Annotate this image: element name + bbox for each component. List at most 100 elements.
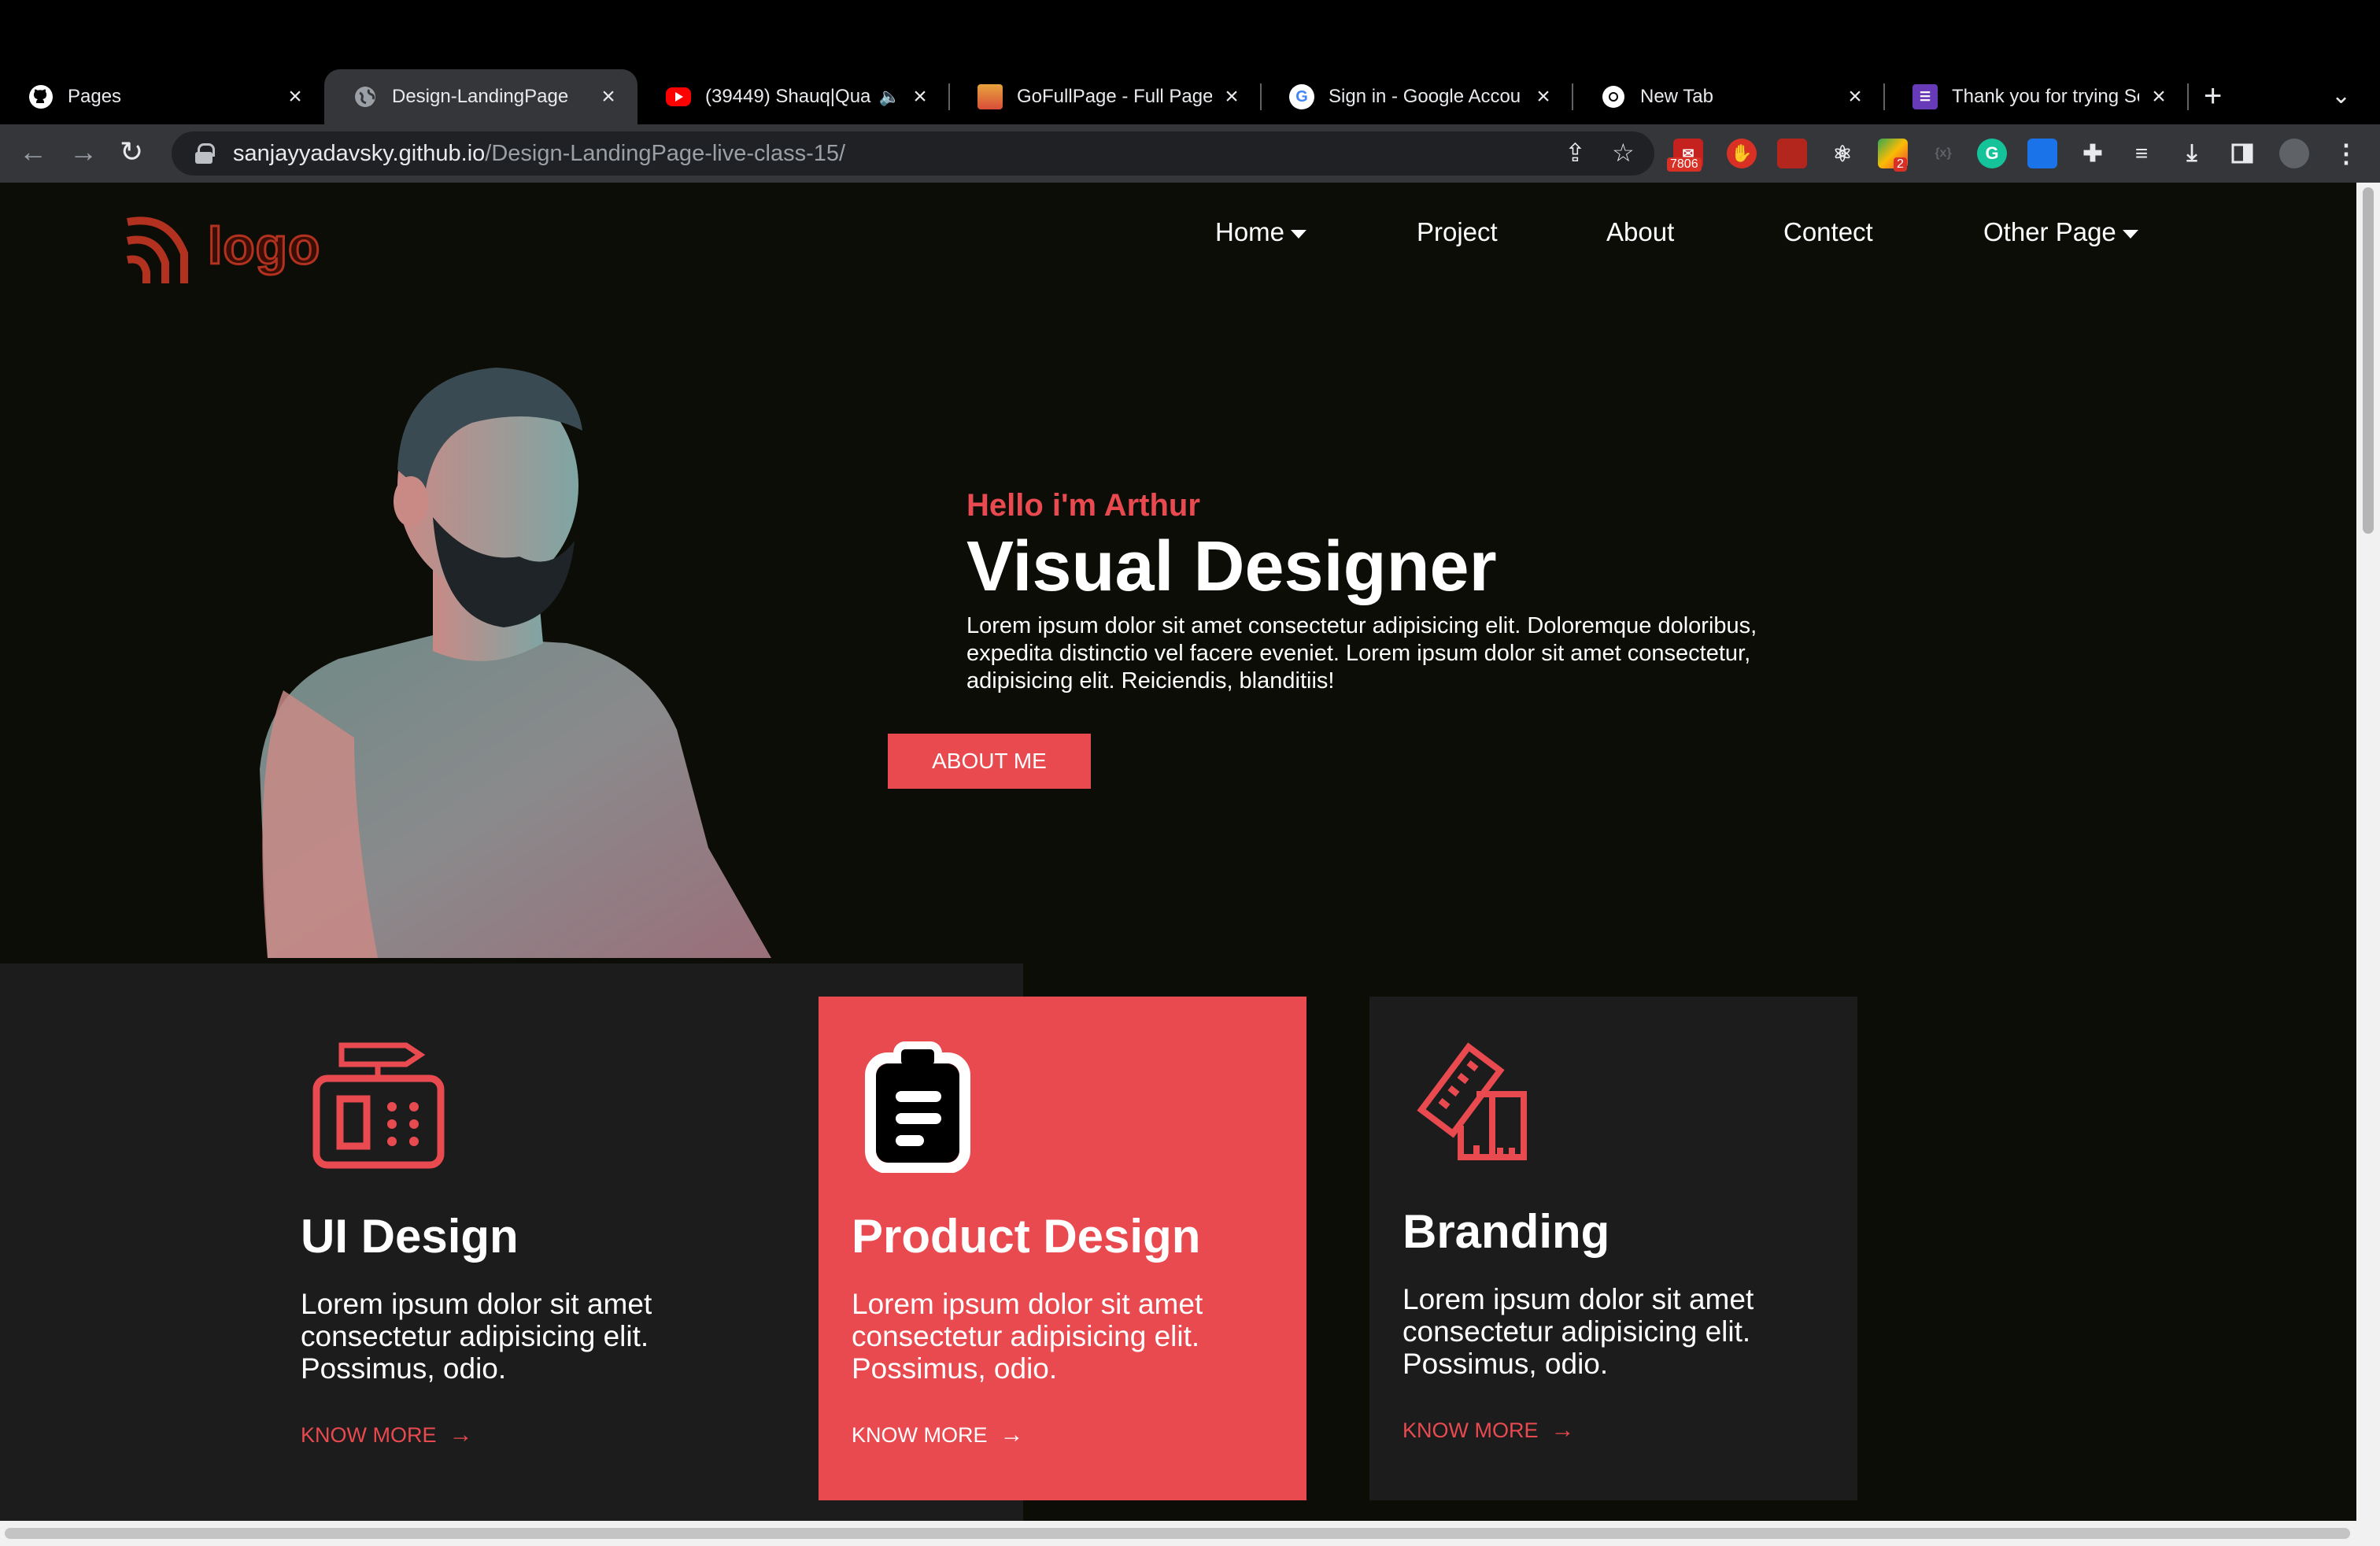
share-icon[interactable]: ⇪ xyxy=(1565,138,1586,168)
reload-icon[interactable]: ↻ xyxy=(120,135,143,168)
puzzle-icon[interactable]: ✚ xyxy=(2078,139,2108,168)
about-me-button[interactable]: ABOUT ME xyxy=(888,734,1091,789)
arrow-right-icon: → xyxy=(1000,1422,1024,1448)
nav-contect[interactable]: Contect xyxy=(1783,217,1873,247)
tab-title: Thank you for trying Se xyxy=(1952,86,2139,107)
window-titlebar xyxy=(0,0,2380,69)
close-icon[interactable]: × xyxy=(1220,83,1244,110)
globe-icon xyxy=(353,84,378,109)
tab-separator xyxy=(2187,83,2189,110)
tab-title: Sign in - Google Accou xyxy=(1329,86,1521,107)
url-path: /Design-LandingPage-live-class-15/ xyxy=(485,140,846,166)
ruler-icon xyxy=(1417,1042,1527,1160)
arrow-right-icon: → xyxy=(449,1422,473,1448)
hero-description: Lorem ipsum dolor sit amet consectetur a… xyxy=(966,612,1757,693)
json-extension-icon[interactable]: {x} xyxy=(1928,139,1958,168)
card-title: Branding xyxy=(1402,1205,1610,1258)
grid-badge: 2 xyxy=(1894,157,1907,172)
nav-other-label: Other Page xyxy=(1983,217,2116,246)
speaker-icon[interactable]: 🔈 xyxy=(879,87,900,107)
close-icon[interactable]: × xyxy=(597,83,620,110)
know-more-link[interactable]: KNOW MORE → xyxy=(1402,1417,1575,1444)
arrow-right-icon: → xyxy=(1550,1417,1575,1443)
caret-down-icon xyxy=(2122,229,2138,239)
google-icon: G xyxy=(1289,84,1314,109)
know-more-label: KNOW MORE xyxy=(301,1422,437,1447)
docs-extension-icon[interactable] xyxy=(2027,139,2057,168)
know-more-link[interactable]: KNOW MORE → xyxy=(301,1422,473,1448)
vertical-scrollbar[interactable] xyxy=(2356,183,2380,1521)
forward-arrow-icon[interactable]: → xyxy=(69,135,98,168)
ui-design-icon xyxy=(312,1042,445,1169)
back-arrow-icon[interactable]: ← xyxy=(19,135,47,168)
tab-gofullpage[interactable]: GoFullPage - Full Page × xyxy=(949,69,1262,124)
grammarly-icon[interactable]: G xyxy=(1977,139,2007,168)
horizontal-scrollbar[interactable] xyxy=(0,1521,2380,1546)
service-card-product-design: Product Design Lorem ipsum dolor sit ame… xyxy=(819,997,1306,1500)
browser-toolbar: ← → ↻ sanjayyadavsky.github.io/Design-La… xyxy=(0,124,2380,183)
tab-youtube[interactable]: (39449) Shauq|Qua 🔈 × xyxy=(638,69,950,124)
card-title: UI Design xyxy=(301,1210,519,1263)
hero-title: Visual Designer xyxy=(966,527,1497,606)
caret-down-icon xyxy=(1291,229,1307,239)
close-icon[interactable]: × xyxy=(283,83,307,110)
tab-title: Design-LandingPage xyxy=(392,86,569,107)
close-icon[interactable]: × xyxy=(1532,83,1555,110)
card-description: Lorem ipsum dolor sit amet consectetur a… xyxy=(1402,1283,1754,1380)
nav-about[interactable]: About xyxy=(1606,217,1674,247)
know-more-link[interactable]: KNOW MORE → xyxy=(852,1422,1024,1448)
close-icon[interactable]: × xyxy=(2147,83,2171,110)
close-icon[interactable]: × xyxy=(908,83,932,110)
url-host: sanjayyadavsky.github.io xyxy=(233,140,486,166)
chrome-icon xyxy=(1601,84,1626,109)
nav-project[interactable]: Project xyxy=(1417,217,1498,247)
side-panel-icon[interactable] xyxy=(2227,139,2257,168)
star-icon[interactable]: ☆ xyxy=(1612,138,1635,168)
hero-portrait xyxy=(260,368,771,958)
close-icon[interactable]: × xyxy=(1843,83,1867,110)
tab-forms[interactable]: ☰ Thank you for trying Se × xyxy=(1884,69,2189,124)
nav-home[interactable]: Home xyxy=(1215,217,1307,247)
lock-icon[interactable] xyxy=(195,143,215,164)
tab-title: (39449) Shauq|Qua xyxy=(705,86,871,107)
youtube-icon xyxy=(666,87,691,106)
logo-text: logo xyxy=(206,216,321,276)
address-bar[interactable]: sanjayyadavsky.github.io/Design-LandingP… xyxy=(172,131,1654,176)
new-tab-plus-icon[interactable]: + xyxy=(2204,79,2222,114)
image-extension-icon[interactable] xyxy=(1777,139,1807,168)
tab-google-signin[interactable]: G Sign in - Google Accou × xyxy=(1261,69,1573,124)
chevron-down-icon[interactable]: ⌄ xyxy=(2331,82,2351,109)
nav-other-page[interactable]: Other Page xyxy=(1983,217,2138,247)
react-icon[interactable]: ⚛ xyxy=(1828,139,1857,168)
profile-avatar[interactable] xyxy=(2279,139,2309,168)
mail-badge: 7806 xyxy=(1667,157,1702,172)
nav-home-label: Home xyxy=(1215,217,1285,246)
download-icon[interactable]: ⤓ xyxy=(2177,139,2207,168)
card-description: Lorem ipsum dolor sit amet consectetur a… xyxy=(301,1288,652,1385)
tab-pages[interactable]: Pages × xyxy=(0,69,324,124)
logo-mark-icon xyxy=(126,216,188,283)
service-card-branding: Branding Lorem ipsum dolor sit amet cons… xyxy=(1369,997,1857,1500)
card-title: Product Design xyxy=(852,1210,1201,1263)
adblock-icon[interactable]: ✋ xyxy=(1727,139,1757,168)
media-queue-icon[interactable]: ≡ xyxy=(2127,139,2156,168)
know-more-label: KNOW MORE xyxy=(852,1422,988,1447)
kebab-menu-icon[interactable]: ⋮ xyxy=(2331,139,2361,168)
scrollbar-thumb[interactable] xyxy=(5,1528,2350,1539)
forms-icon: ☰ xyxy=(1913,84,1938,109)
web-page: logo Home Project About Contect Other Pa… xyxy=(0,183,2356,1521)
tab-strip: Pages × Design-LandingPage × (39449) Sha… xyxy=(0,69,2380,124)
tab-new-tab[interactable]: New Tab × xyxy=(1572,69,1885,124)
hero-kicker: Hello i'm Arthur xyxy=(966,488,1200,523)
tab-title: GoFullPage - Full Page xyxy=(1017,86,1212,107)
tab-title: New Tab xyxy=(1640,86,1713,107)
site-logo[interactable]: logo xyxy=(121,206,321,285)
scrollbar-thumb[interactable] xyxy=(2363,187,2374,534)
hero-text: Hello i'm Arthur Visual Designer Lorem i… xyxy=(966,488,1832,695)
github-icon xyxy=(28,84,54,109)
card-description: Lorem ipsum dolor sit amet consectetur a… xyxy=(852,1288,1203,1385)
tab-title: Pages xyxy=(68,86,122,107)
gofullpage-icon xyxy=(978,84,1003,109)
know-more-label: KNOW MORE xyxy=(1402,1418,1539,1442)
tab-design-landingpage[interactable]: Design-LandingPage × xyxy=(324,69,638,124)
